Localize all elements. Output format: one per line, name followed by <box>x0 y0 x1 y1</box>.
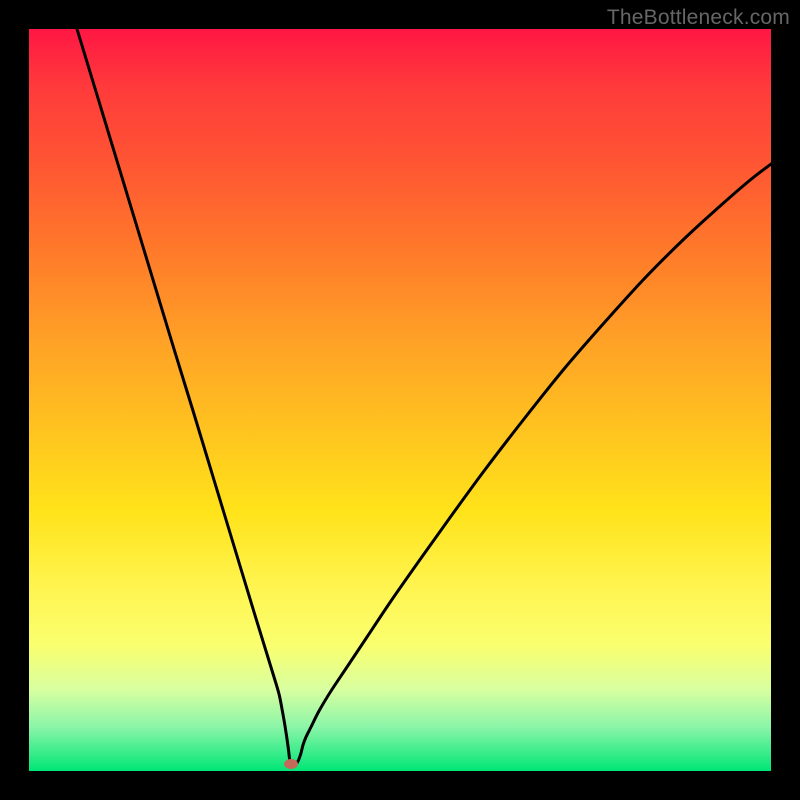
optimal-point-marker <box>284 759 298 769</box>
watermark-text: TheBottleneck.com <box>607 6 790 30</box>
curve-right-branch <box>297 164 771 763</box>
bottleneck-curve <box>29 29 771 771</box>
chart-frame: TheBottleneck.com <box>0 0 800 800</box>
curve-left-branch <box>77 29 290 763</box>
plot-area <box>29 29 771 771</box>
